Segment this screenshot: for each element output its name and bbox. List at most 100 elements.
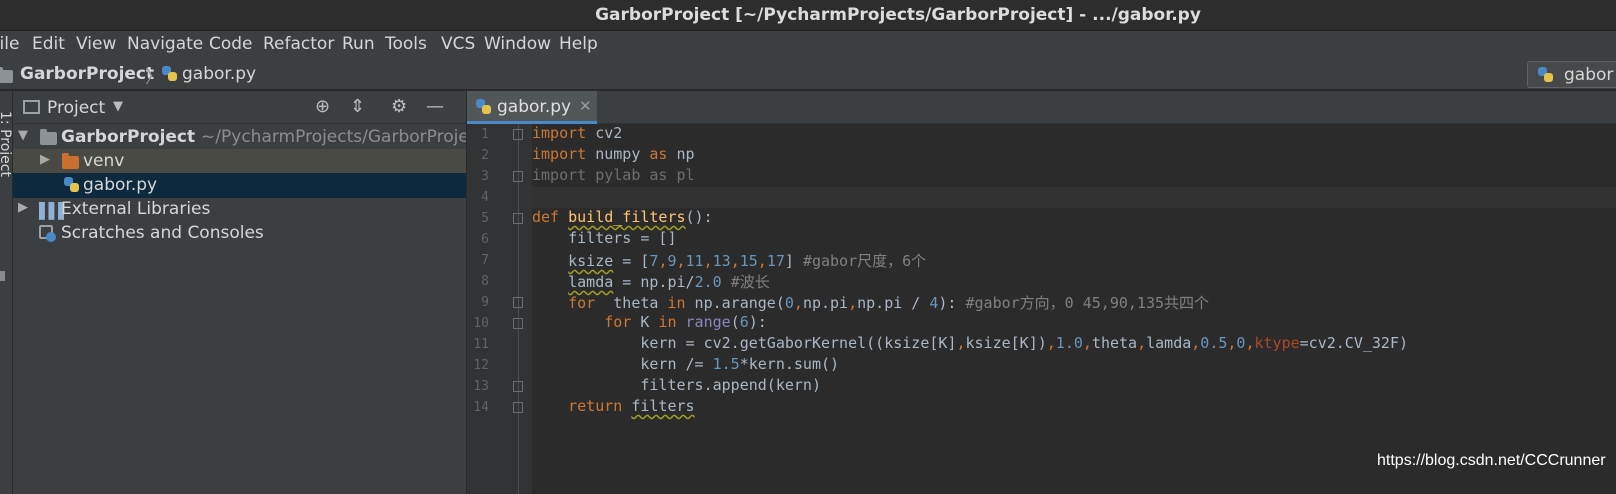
tree-item-venv[interactable]: ▶ venv (13, 149, 466, 174)
fold-marker-icon[interactable] (513, 171, 523, 182)
run-configuration-select[interactable]: gabor (1527, 61, 1616, 88)
menu-file[interactable]: File (0, 34, 19, 54)
code-token: K (631, 313, 659, 331)
menu-refactor[interactable]: Refactor (263, 34, 334, 54)
code-token: np.pi / (857, 294, 930, 312)
menu-view[interactable]: View (76, 34, 116, 54)
code-line[interactable]: for theta in np.arange(0,np.pi,np.pi / 4… (532, 292, 1616, 313)
code-line[interactable]: kern = cv2.getGaborKernel((ksize[K],ksiz… (532, 334, 1616, 355)
breadcrumb-file[interactable]: gabor.py (182, 64, 256, 84)
collapsed-arrow-icon[interactable]: ▶ (18, 200, 28, 215)
fold-marker-icon[interactable] (513, 297, 523, 308)
code-line[interactable]: return filters (532, 397, 1616, 418)
clock-icon (46, 232, 56, 242)
fold-marker-icon[interactable] (513, 213, 523, 224)
code-token: (): (685, 208, 713, 226)
code-token: , (757, 252, 767, 270)
fold-marker-icon[interactable] (513, 318, 523, 329)
code-line[interactable] (532, 187, 1616, 208)
code-line[interactable]: def build_filters(): (532, 208, 1616, 229)
collapse-all-icon[interactable]: ⇕ (350, 96, 365, 117)
collapsed-arrow-icon[interactable]: ▶ (40, 152, 50, 167)
code-token: 6 (739, 313, 749, 331)
tree-item-external-libraries[interactable]: ▶ ▌▌▌ External Libraries (13, 197, 466, 222)
menu-navigate[interactable]: Navigate (127, 34, 203, 54)
fold-marker-icon[interactable] (513, 381, 523, 392)
line-number: 4 (481, 190, 489, 205)
menu-bar: File Edit View Navigate Code Refactor Ru… (0, 31, 1616, 60)
code-line[interactable]: for K in range(6): (532, 313, 1616, 334)
tree-item-gabor-py[interactable]: gabor.py (13, 173, 466, 198)
window-title: GarborProject [~/PycharmProjects/GarborP… (595, 5, 1201, 25)
project-panel-title[interactable]: Project (47, 98, 105, 118)
code-line[interactable]: import cv2 (532, 124, 1616, 145)
code-line[interactable]: kern /= 1.5*kern.sum() (532, 355, 1616, 376)
line-number: 13 (473, 379, 489, 394)
code-token: ): (938, 294, 966, 312)
tree-item-scratches[interactable]: Scratches and Consoles (13, 221, 466, 246)
code-token: =cv2.CV_32F) (1299, 334, 1409, 352)
line-number: 6 (481, 232, 489, 247)
code-token: , (730, 252, 740, 270)
code-token: kern /= (532, 355, 713, 373)
fold-marker-icon[interactable] (513, 402, 523, 413)
hide-panel-icon[interactable]: — (426, 96, 444, 117)
code-token: theta (1091, 334, 1138, 352)
code-token: ): (748, 313, 767, 331)
python-file-icon (64, 177, 80, 193)
line-number: 1 (481, 127, 489, 142)
watermark-text: https://blog.csdn.net/CCCrunner (1377, 452, 1606, 469)
menu-tools[interactable]: Tools (385, 34, 427, 54)
code-token: build_filters (568, 208, 686, 226)
python-file-icon (162, 66, 178, 82)
code-token: ] (784, 252, 803, 270)
menu-code[interactable]: Code (209, 34, 253, 54)
tree-item-project-root[interactable]: ▼ GarborProject ~/PycharmProjects/Garbor… (13, 125, 466, 150)
code-token: filters (631, 397, 695, 415)
menu-help[interactable]: Help (559, 34, 598, 54)
code-token: return (568, 397, 623, 415)
tree-item-label: Scratches and Consoles (61, 223, 264, 243)
code-token: 15 (739, 252, 758, 270)
code-line[interactable]: ksize = [7,9,11,13,15,17] #gabor尺度，6个 (532, 250, 1616, 271)
close-tab-icon[interactable]: ✕ (579, 97, 592, 115)
dropdown-arrow-icon[interactable]: ▼ (113, 99, 123, 114)
code-token: 2.0 (694, 273, 722, 291)
code-token: 0 (784, 294, 794, 312)
editor-area: gabor.py ✕ 1 2 3 4 5 6 7 8 9 10 11 12 13… (467, 91, 1616, 494)
menu-edit[interactable]: Edit (32, 34, 65, 54)
code-token: in (658, 313, 677, 331)
line-number: 12 (473, 358, 489, 373)
locate-file-icon[interactable]: ⊕ (315, 96, 330, 117)
left-tool-strip: 1: Project (0, 91, 13, 494)
code-token: = [ (613, 252, 650, 270)
expanded-arrow-icon[interactable]: ▼ (18, 128, 28, 143)
code-token: ksize (568, 252, 614, 270)
code-line[interactable]: filters = [] (532, 229, 1616, 250)
fold-marker-icon[interactable] (513, 129, 523, 140)
code-line[interactable]: filters.append(kern) (532, 376, 1616, 397)
gear-icon[interactable]: ⚙ (391, 96, 407, 117)
menu-window[interactable]: Window (484, 34, 551, 54)
code-token: np (667, 145, 695, 163)
project-tool-window-button[interactable]: 1: Project (0, 111, 13, 177)
code-token: import (532, 124, 587, 142)
code-token: np.arange( (685, 294, 785, 312)
code-token: #波长 (730, 273, 770, 291)
code-line[interactable]: lamda = np.pi/2.0 #波长 (532, 271, 1616, 292)
code-token: 1.0 (1055, 334, 1083, 352)
code-token: ksize[K]) (965, 334, 1047, 352)
menu-vcs[interactable]: VCS (441, 34, 475, 54)
project-panel-header: Project ▼ ⊕ ⇕ ⚙ — (13, 91, 466, 124)
code-token: lamda (568, 273, 614, 291)
code-line[interactable]: import numpy as np (532, 145, 1616, 166)
menu-run[interactable]: Run (342, 34, 375, 54)
breadcrumb-project[interactable]: GarborProject (20, 64, 154, 84)
title-bar: GarborProject [~/PycharmProjects/GarborP… (0, 0, 1616, 31)
code-area[interactable]: import cv2 import numpy as np import pyl… (532, 124, 1616, 494)
code-token: , (793, 294, 803, 312)
folder-icon (0, 67, 13, 83)
code-token: , (703, 252, 713, 270)
tab-gabor-py[interactable]: gabor.py ✕ (467, 91, 597, 124)
code-line[interactable]: import pylab as pl (532, 166, 1616, 187)
